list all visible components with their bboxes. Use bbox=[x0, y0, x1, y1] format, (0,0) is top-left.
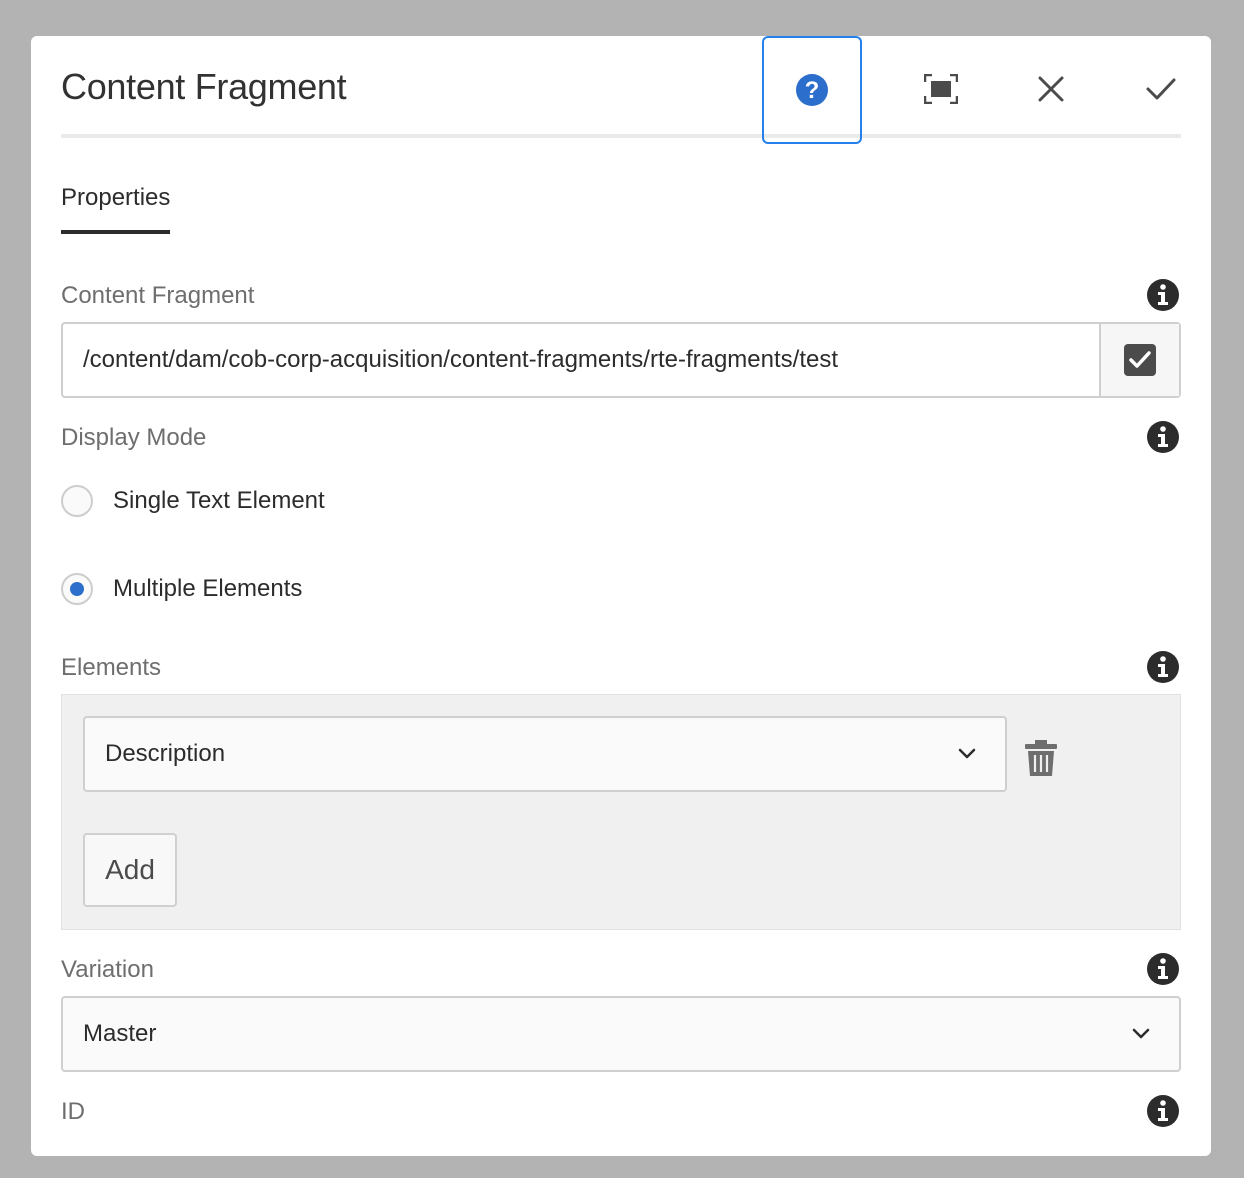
content-fragment-label: Content Fragment bbox=[61, 282, 255, 309]
variation-label: Variation bbox=[61, 956, 154, 983]
id-label: ID bbox=[61, 1098, 85, 1125]
display-mode-label: Display Mode bbox=[61, 424, 207, 451]
help-icon: ? bbox=[796, 74, 828, 106]
fullscreen-icon bbox=[924, 74, 958, 104]
radio-circle[interactable] bbox=[61, 573, 93, 605]
variation-select[interactable]: Master bbox=[61, 996, 1181, 1072]
element-select[interactable]: Description bbox=[83, 716, 1007, 792]
svg-text:?: ? bbox=[805, 77, 820, 104]
trash-icon[interactable] bbox=[1024, 739, 1058, 777]
tab-properties[interactable]: Properties bbox=[61, 184, 171, 234]
info-icon[interactable] bbox=[1146, 420, 1180, 454]
info-icon[interactable] bbox=[1146, 650, 1180, 684]
elements-multifield: Description Add bbox=[61, 694, 1181, 930]
fullscreen-button[interactable] bbox=[892, 36, 990, 142]
info-icon[interactable] bbox=[1146, 952, 1180, 986]
radio-label: Single Text Element bbox=[113, 487, 325, 514]
radio-label: Multiple Elements bbox=[113, 575, 303, 602]
dialog-header: Content Fragment ? bbox=[61, 36, 1181, 144]
content-fragment-pathfield[interactable]: /content/dam/cob-corp-acquisition/conten… bbox=[61, 322, 1181, 398]
close-icon bbox=[1038, 76, 1064, 102]
variation-select-value: Master bbox=[83, 1020, 157, 1047]
element-select-value: Description bbox=[105, 740, 226, 767]
radio-circle[interactable] bbox=[61, 485, 93, 517]
elements-label: Elements bbox=[61, 654, 162, 681]
content-fragment-path-input[interactable]: /content/dam/cob-corp-acquisition/conten… bbox=[83, 346, 838, 374]
dialog: Content Fragment ? Properties Content Fr… bbox=[31, 36, 1211, 1156]
radio-single-text-element[interactable]: Single Text Element bbox=[61, 485, 325, 517]
chevron-down-icon bbox=[1132, 1028, 1150, 1039]
done-button[interactable] bbox=[1112, 36, 1210, 142]
help-button[interactable]: ? bbox=[762, 36, 862, 144]
cancel-button[interactable] bbox=[1002, 36, 1100, 142]
checkmark-icon bbox=[1146, 78, 1176, 100]
checkbox-icon bbox=[1124, 344, 1156, 376]
add-element-button[interactable]: Add bbox=[83, 833, 177, 907]
chevron-down-icon bbox=[958, 748, 976, 759]
radio-multiple-elements[interactable]: Multiple Elements bbox=[61, 573, 302, 605]
tab-list: Properties bbox=[61, 184, 171, 234]
dialog-title: Content Fragment bbox=[61, 66, 347, 107]
info-icon[interactable] bbox=[1146, 1094, 1180, 1128]
browse-button[interactable] bbox=[1099, 324, 1179, 396]
info-icon[interactable] bbox=[1146, 278, 1180, 312]
